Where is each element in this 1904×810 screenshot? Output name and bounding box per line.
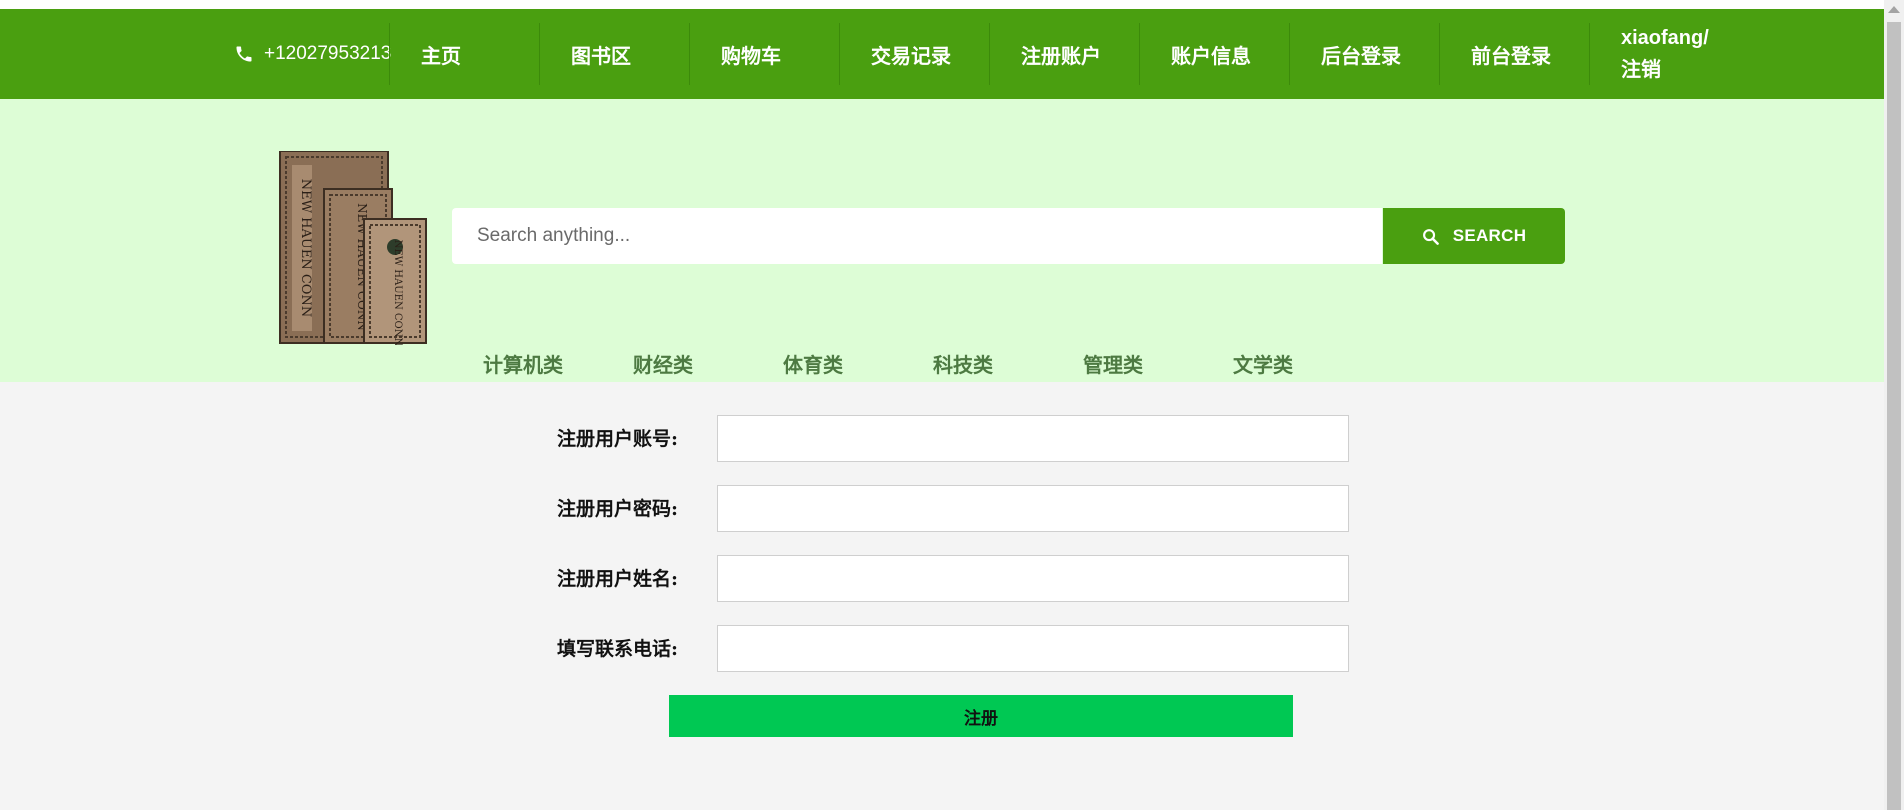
phone-label: 填写联系电话: [557, 637, 679, 660]
category-sports[interactable]: 体育类 [783, 349, 843, 379]
phone-icon [236, 46, 252, 62]
scroll-up-arrow-icon[interactable] [1888, 6, 1900, 13]
nav-label: 图书区 [571, 45, 631, 68]
book-spine-text: NEW HAUEN CONN [392, 240, 403, 345]
category-computer[interactable]: 计算机类 [483, 349, 563, 379]
nav-label: 购物车 [721, 45, 781, 68]
book-spine-text: NEW HAUEN CONN [298, 179, 313, 317]
logout-link[interactable]: 注销 [1621, 59, 1661, 81]
top-strip [0, 0, 1884, 9]
account-input[interactable] [717, 415, 1349, 462]
username: xiaofang/ [1621, 27, 1709, 49]
books-logo-image: NEW HAUEN CONN NEW HAUEN CONN NEW HAUEN … [279, 151, 427, 345]
nav-item-user-logout[interactable]: xiaofang/ 注销 [1589, 23, 1739, 85]
category-literature[interactable]: 文学类 [1233, 349, 1293, 379]
phone-contact: +12027953213 [234, 9, 391, 99]
search-button-label: SEARCH [1452, 226, 1527, 245]
top-navbar: +12027953213 主页 图书区 购物车 交易记录 注册账户 账户信息 后… [0, 9, 1884, 99]
vertical-scrollbar[interactable] [1884, 0, 1904, 810]
nav-item-admin-login[interactable]: 后台登录 [1289, 23, 1439, 85]
nav-item-cart[interactable]: 购物车 [689, 23, 839, 85]
register-submit-button[interactable]: 注册 [669, 695, 1293, 737]
header-band: NEW HAUEN CONN NEW HAUEN CONN NEW HAUEN … [0, 99, 1884, 382]
nav-item-transactions[interactable]: 交易记录 [839, 23, 989, 85]
nav-label: 交易记录 [871, 45, 951, 68]
nav-item-register[interactable]: 注册账户 [989, 23, 1139, 85]
password-input[interactable] [717, 485, 1349, 532]
scroll-thumb[interactable] [1887, 22, 1901, 810]
nav-label: 注册账户 [1021, 45, 1101, 68]
account-label: 注册用户账号: [557, 427, 679, 450]
nav-label: 账户信息 [1171, 45, 1251, 68]
nav-item-home[interactable]: 主页 [389, 23, 539, 85]
nav-label: 后台登录 [1321, 45, 1401, 68]
nav-item-books[interactable]: 图书区 [539, 23, 689, 85]
nav-item-account-info[interactable]: 账户信息 [1139, 23, 1289, 85]
nav-item-front-login[interactable]: 前台登录 [1439, 23, 1589, 85]
category-finance[interactable]: 财经类 [633, 349, 693, 379]
name-label: 注册用户姓名: [557, 567, 679, 590]
phone-number: +12027953213 [264, 43, 392, 64]
category-technology[interactable]: 科技类 [933, 349, 993, 379]
name-input[interactable] [717, 555, 1349, 602]
search-input[interactable] [452, 208, 1382, 264]
nav-label: 前台登录 [1471, 45, 1551, 68]
search-icon [1422, 228, 1439, 245]
password-label: 注册用户密码: [557, 497, 679, 520]
category-management[interactable]: 管理类 [1083, 349, 1143, 379]
nav-label: 主页 [421, 45, 461, 68]
search-button[interactable]: SEARCH [1383, 208, 1565, 264]
user-logout-text: xiaofang/ 注销 [1621, 22, 1711, 86]
phone-input[interactable] [717, 625, 1349, 672]
